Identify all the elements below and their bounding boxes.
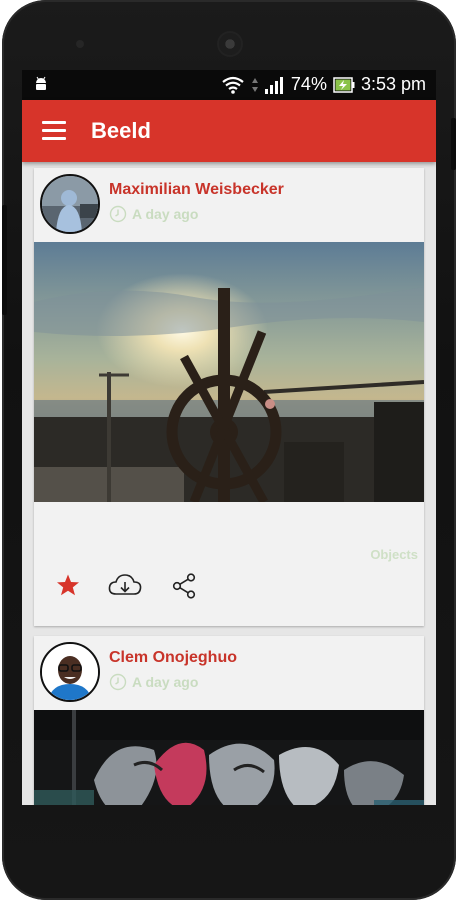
clock-icon <box>109 205 127 223</box>
signal-icon <box>264 76 283 94</box>
post-timestamp: A day ago <box>109 205 198 223</box>
cloud-download-icon[interactable] <box>108 572 142 598</box>
post-timestamp: A day ago <box>109 673 198 691</box>
post-time: A day ago <box>132 674 199 690</box>
android-notification-icon <box>36 76 46 90</box>
avatar[interactable] <box>40 174 100 234</box>
share-icon[interactable] <box>172 573 196 599</box>
status-bar: 74% 3:53 pm <box>22 70 436 100</box>
hamburger-menu-icon[interactable] <box>42 121 66 141</box>
front-camera <box>76 40 84 48</box>
wifi-icon <box>222 76 244 94</box>
post-photo[interactable] <box>34 710 424 805</box>
avatar[interactable] <box>40 642 100 702</box>
volume-button <box>2 205 7 315</box>
post-category[interactable]: Objects <box>370 547 418 562</box>
screen: 74% 3:53 pm Beeld Maximilian Weisbecker … <box>22 70 436 805</box>
post-card[interactable]: Maximilian Weisbecker A day ago Objects <box>34 168 424 626</box>
battery-percentage: 74% <box>290 74 327 94</box>
status-indicators: 74% 3:53 pm <box>221 74 426 95</box>
post-author[interactable]: Maximilian Weisbecker <box>109 181 284 199</box>
clock-icon <box>109 673 127 691</box>
clock-time: 3:53 pm <box>360 74 426 94</box>
photo-feed[interactable]: Maximilian Weisbecker A day ago Objects … <box>22 162 436 805</box>
post-author[interactable]: Clem Onojeghuo <box>109 649 237 667</box>
post-card[interactable]: Clem Onojeghuo A day ago <box>34 636 424 805</box>
post-time: A day ago <box>132 206 199 222</box>
battery-charging-icon <box>333 76 355 93</box>
earpiece-speaker <box>219 33 241 55</box>
app-title: Beeld <box>91 118 151 143</box>
phone-frame: 74% 3:53 pm Beeld Maximilian Weisbecker … <box>2 0 456 900</box>
power-button <box>451 118 456 170</box>
post-photo[interactable] <box>34 242 424 502</box>
star-icon[interactable] <box>56 573 80 597</box>
app-toolbar: Beeld <box>22 100 436 162</box>
data-activity-icon <box>251 77 258 92</box>
